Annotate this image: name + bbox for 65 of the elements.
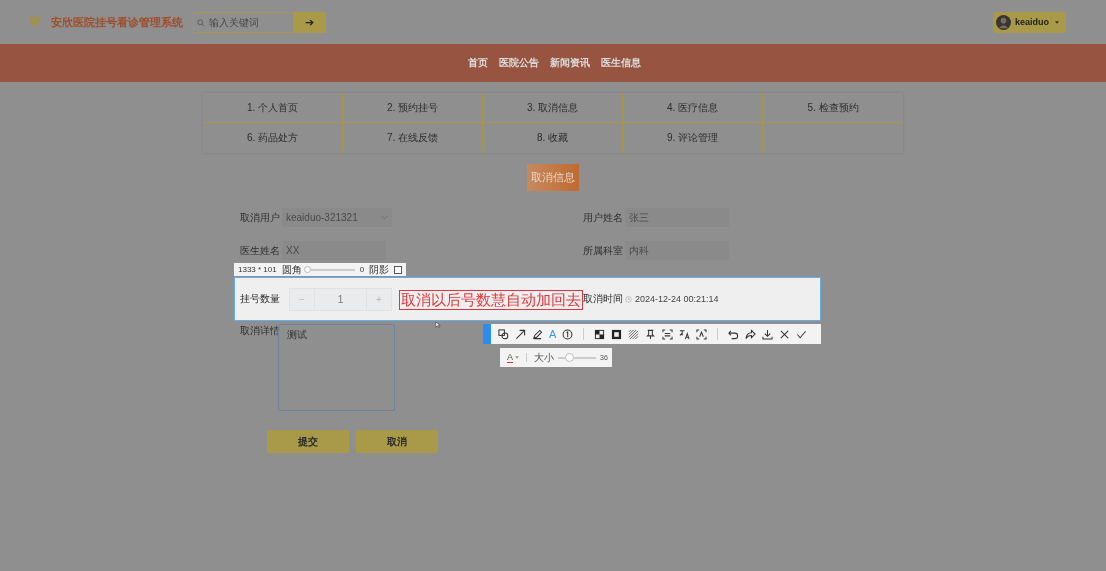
menu-item[interactable]: 8. 收藏 bbox=[483, 123, 623, 153]
logo-icon bbox=[28, 15, 42, 29]
select-field[interactable]: keaiduo-321321 bbox=[282, 208, 392, 227]
search-field[interactable]: 输入关键词 bbox=[193, 11, 293, 33]
arrow-icon[interactable] bbox=[515, 328, 526, 340]
menu-item[interactable]: 7. 在线反馈 bbox=[343, 123, 483, 153]
radius-slider[interactable] bbox=[306, 268, 355, 271]
hatch-icon[interactable] bbox=[628, 328, 640, 340]
clock-icon bbox=[625, 295, 632, 303]
pin-icon[interactable] bbox=[645, 328, 657, 340]
search-button[interactable]: ➔ bbox=[293, 11, 326, 33]
text-color-button[interactable]: A bbox=[507, 352, 519, 363]
shape-icon[interactable] bbox=[498, 328, 509, 340]
datetime-value: 2024-12-24 00:21:14 bbox=[635, 294, 719, 304]
page-title: 取消信息 bbox=[527, 164, 579, 191]
menu-item[interactable]: 3. 取消信息 bbox=[483, 93, 623, 123]
mosaic-icon[interactable] bbox=[594, 328, 606, 340]
menu-item[interactable]: 2. 预约挂号 bbox=[343, 93, 483, 123]
field-label: 取消时间 bbox=[583, 292, 623, 306]
nav-link[interactable]: 首页 bbox=[468, 56, 488, 70]
input-field[interactable]: 内科 bbox=[625, 241, 729, 260]
undo-icon[interactable] bbox=[728, 328, 740, 340]
slider-thumb[interactable] bbox=[303, 265, 311, 273]
pen-icon[interactable] bbox=[532, 328, 543, 340]
text-tool[interactable]: A bbox=[549, 328, 557, 340]
search-icon bbox=[197, 18, 205, 27]
menu-item[interactable]: 1. 个人首页 bbox=[203, 93, 343, 123]
menu-item[interactable]: 4. 医疗信息 bbox=[623, 93, 763, 123]
field-label: 挂号数量 bbox=[240, 292, 280, 306]
drag-handle[interactable] bbox=[483, 324, 491, 344]
field-label: 医生姓名 bbox=[240, 243, 280, 258]
cursor-icon bbox=[435, 321, 441, 329]
size-readout: 1333 * 101 bbox=[238, 265, 277, 274]
nav-link[interactable]: 医院公告 bbox=[499, 56, 539, 70]
menu-item[interactable]: 6. 药品处方 bbox=[203, 123, 343, 153]
scan-icon[interactable] bbox=[696, 328, 708, 340]
user-menu-button[interactable]: keaiduo bbox=[993, 11, 1066, 33]
radius-value: 0 bbox=[359, 265, 365, 274]
cancel-button[interactable]: 取消 bbox=[356, 430, 438, 453]
textarea-field[interactable]: 测试 bbox=[278, 324, 395, 411]
site-title: 安欣医院挂号看诊管理系统 bbox=[51, 14, 183, 30]
menu-item[interactable]: 9. 评论管理 bbox=[623, 123, 763, 153]
caret-icon bbox=[1055, 20, 1059, 24]
input-field[interactable]: XX bbox=[282, 241, 386, 260]
size-label: 大小 bbox=[534, 350, 554, 365]
shadow-label: 阴影 bbox=[369, 262, 390, 277]
submit-button[interactable]: 提交 bbox=[267, 430, 349, 453]
avatar-icon bbox=[996, 14, 1011, 30]
field-label: 所属科室 bbox=[583, 243, 623, 258]
size-slider[interactable] bbox=[558, 356, 596, 359]
menu-item[interactable]: 5. 检查预约 bbox=[763, 93, 903, 123]
annotation-text: 取消以后号数慧自动加回去 bbox=[399, 290, 583, 310]
close-icon[interactable] bbox=[779, 328, 791, 340]
confirm-icon[interactable] bbox=[796, 328, 808, 340]
redo-icon[interactable] bbox=[745, 328, 757, 340]
slider-thumb[interactable] bbox=[565, 352, 575, 362]
translate-icon[interactable] bbox=[679, 328, 691, 340]
shadow-checkbox[interactable] bbox=[394, 265, 403, 274]
caret-icon bbox=[515, 356, 519, 359]
field-label: 用户姓名 bbox=[583, 210, 623, 225]
nav-link[interactable]: 医生信息 bbox=[601, 56, 641, 70]
nav-link[interactable]: 新闻资讯 bbox=[550, 56, 590, 70]
radius-label: 圆角 bbox=[281, 262, 302, 277]
field-label: 取消用户 bbox=[240, 210, 280, 225]
download-icon[interactable] bbox=[762, 328, 774, 340]
